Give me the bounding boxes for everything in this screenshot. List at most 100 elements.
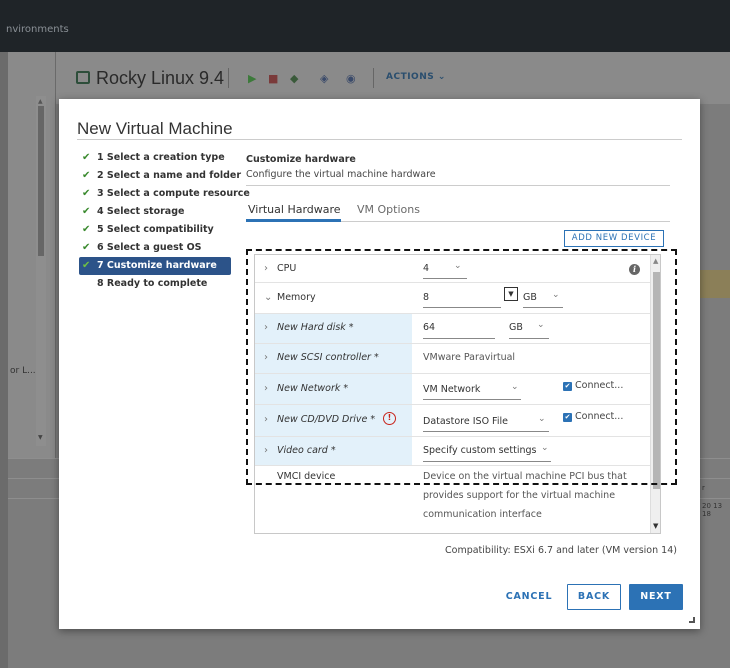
select-underline [423,399,521,400]
power-on-icon[interactable]: ▶ [248,72,256,85]
vmci-description-line-1: Device on the virtual machine PCI bus th… [423,471,627,482]
memory-label: Memory [277,292,316,303]
chevron-right-icon[interactable]: › [264,263,268,274]
step-label: 7 Customize hardware [97,260,217,271]
warning-icon[interactable]: ! [383,412,396,425]
cd-dvd-select[interactable]: Datastore ISO File [423,416,508,427]
memory-unit-select[interactable]: GB [523,292,537,303]
video-card-row[interactable]: › Video card * Specify custom settings ⌄ [255,437,650,466]
video-card-select[interactable]: Specify custom settings [423,445,536,456]
inventory-scroll-thumb[interactable] [38,106,44,256]
scroll-up-icon[interactable]: ▲ [38,98,43,105]
network-label: New Network * [277,383,349,394]
step-customize-hardware[interactable]: ✔ 7 Customize hardware [79,257,231,275]
select-underline [523,307,563,308]
tab-vm-options[interactable]: VM Options [357,203,420,216]
step-label: 5 Select compatibility [97,224,214,235]
chevron-down-icon[interactable]: ⌄ [541,443,549,453]
scroll-up-icon[interactable]: ▲ [653,257,658,265]
select-underline [423,431,549,432]
checkmark-icon: ✔ [82,224,91,235]
cpu-row[interactable]: › CPU 4 ⌄ i [255,255,650,283]
select-underline [423,278,467,279]
vmci-description-line-2: provides support for the virtual machine [423,490,616,501]
vmci-description-line-3: communication interface [423,509,542,520]
wizard-steps: ✔ 1 Select a creation type ✔ 2 Select a na… [79,149,250,293]
actions-menu[interactable]: ACTIONS ⌄ [386,72,446,82]
cancel-button[interactable]: CANCEL [502,585,556,609]
checkmark-icon: ✔ [82,170,91,181]
chevron-right-icon[interactable]: › [264,445,268,456]
chevron-right-icon[interactable]: › [264,352,268,363]
snapshot-icon[interactable]: ◉ [346,72,356,85]
step-label: 8 Ready to complete [97,278,208,289]
chevron-right-icon[interactable]: › [264,322,268,333]
hardware-scrollbar[interactable]: ▲ ▼ [650,255,660,533]
table-cell: r [702,484,705,492]
scroll-down-icon[interactable]: ▼ [653,522,658,530]
cd-dvd-connect-checkbox[interactable]: ✔ [563,413,572,422]
nav-partial-label[interactable]: nvironments [6,24,69,35]
hard-disk-label: New Hard disk * [277,322,354,333]
chevron-down-icon[interactable]: ⌄ [538,414,546,424]
select-underline [423,461,551,462]
info-icon[interactable]: i [629,264,640,275]
step-guest-os[interactable]: ✔ 6 Select a guest OS [79,239,231,257]
hard-disk-unit-select[interactable]: GB [509,322,523,333]
next-button[interactable]: NEXT [629,584,683,610]
section-subtitle: Configure the virtual machine hardware [246,169,436,180]
chevron-down-icon: ⌄ [437,72,446,82]
step-name-folder[interactable]: ✔ 2 Select a name and folder [79,167,241,185]
vmci-device-row: VMCI device Device on the virtual machin… [255,466,650,529]
step-creation-type[interactable]: ✔ 1 Select a creation type [79,149,231,167]
chevron-down-icon[interactable]: ⌄ [511,382,519,392]
migrate-icon[interactable]: ◈ [320,72,328,85]
scsi-controller-row[interactable]: › New SCSI controller * VMware Paravirtu… [255,344,650,374]
memory-input[interactable]: 8 [423,292,429,303]
active-tab-indicator [246,219,341,222]
inventory-panel [8,52,56,458]
top-navigation-bar: nvironments [0,0,730,52]
network-row[interactable]: › New Network * VM Network ⌄ ✔ Connect..… [255,374,650,405]
step-label: 6 Select a guest OS [97,242,202,253]
cd-dvd-label: New CD/DVD Drive * [277,414,376,425]
network-connect-checkbox[interactable]: ✔ [563,382,572,391]
chevron-down-icon[interactable]: ⌄ [264,292,272,303]
chevron-down-icon[interactable]: ⌄ [537,320,545,330]
memory-stepper-down-button[interactable]: ▼ [504,287,518,301]
hard-disk-size-input[interactable]: 64 [423,322,435,333]
console-icon[interactable]: ◆ [290,72,298,85]
cpu-select[interactable]: 4 [423,263,429,274]
network-select[interactable]: VM Network [423,384,480,395]
inventory-item[interactable]: or L... [10,366,36,376]
step-ready-to-complete: 8 Ready to complete [79,275,231,293]
input-underline [423,338,495,339]
tab-virtual-hardware[interactable]: Virtual Hardware [248,203,341,216]
chevron-down-icon[interactable]: ⌄ [454,261,462,271]
add-new-device-button[interactable]: ADD NEW DEVICE [564,230,664,247]
power-off-icon[interactable]: ■ [268,72,278,85]
section-divider [246,185,670,186]
cd-dvd-row[interactable]: › New CD/DVD Drive * ! Datastore ISO Fil… [255,405,650,437]
chevron-right-icon[interactable]: › [264,414,268,425]
scroll-down-icon[interactable]: ▼ [38,434,43,441]
section-title: Customize hardware [246,154,356,165]
scsi-label: New SCSI controller * [277,352,379,363]
vm-icon [76,71,90,84]
cd-dvd-connect-label: Connect... [575,411,624,422]
vmci-label: VMCI device [277,471,336,482]
chevron-right-icon[interactable]: › [264,383,268,394]
step-storage[interactable]: ✔ 4 Select storage [79,203,231,221]
input-underline [423,307,501,308]
step-compatibility[interactable]: ✔ 5 Select compatibility [79,221,231,239]
checkmark-icon: ✔ [82,152,91,163]
alert-band [700,270,730,298]
chevron-down-icon[interactable]: ⌄ [552,290,560,300]
hard-disk-row[interactable]: › New Hard disk * 64 GB ⌄ [255,314,650,344]
scroll-thumb[interactable] [653,272,660,489]
vm-title: Rocky Linux 9.4 [96,68,225,88]
resize-handle[interactable] [689,617,695,623]
memory-row[interactable]: ⌄ Memory 8 GB ⌄ [255,283,650,314]
step-compute-resource[interactable]: ✔ 3 Select a compute resource [79,185,250,203]
back-button[interactable]: BACK [567,584,621,610]
